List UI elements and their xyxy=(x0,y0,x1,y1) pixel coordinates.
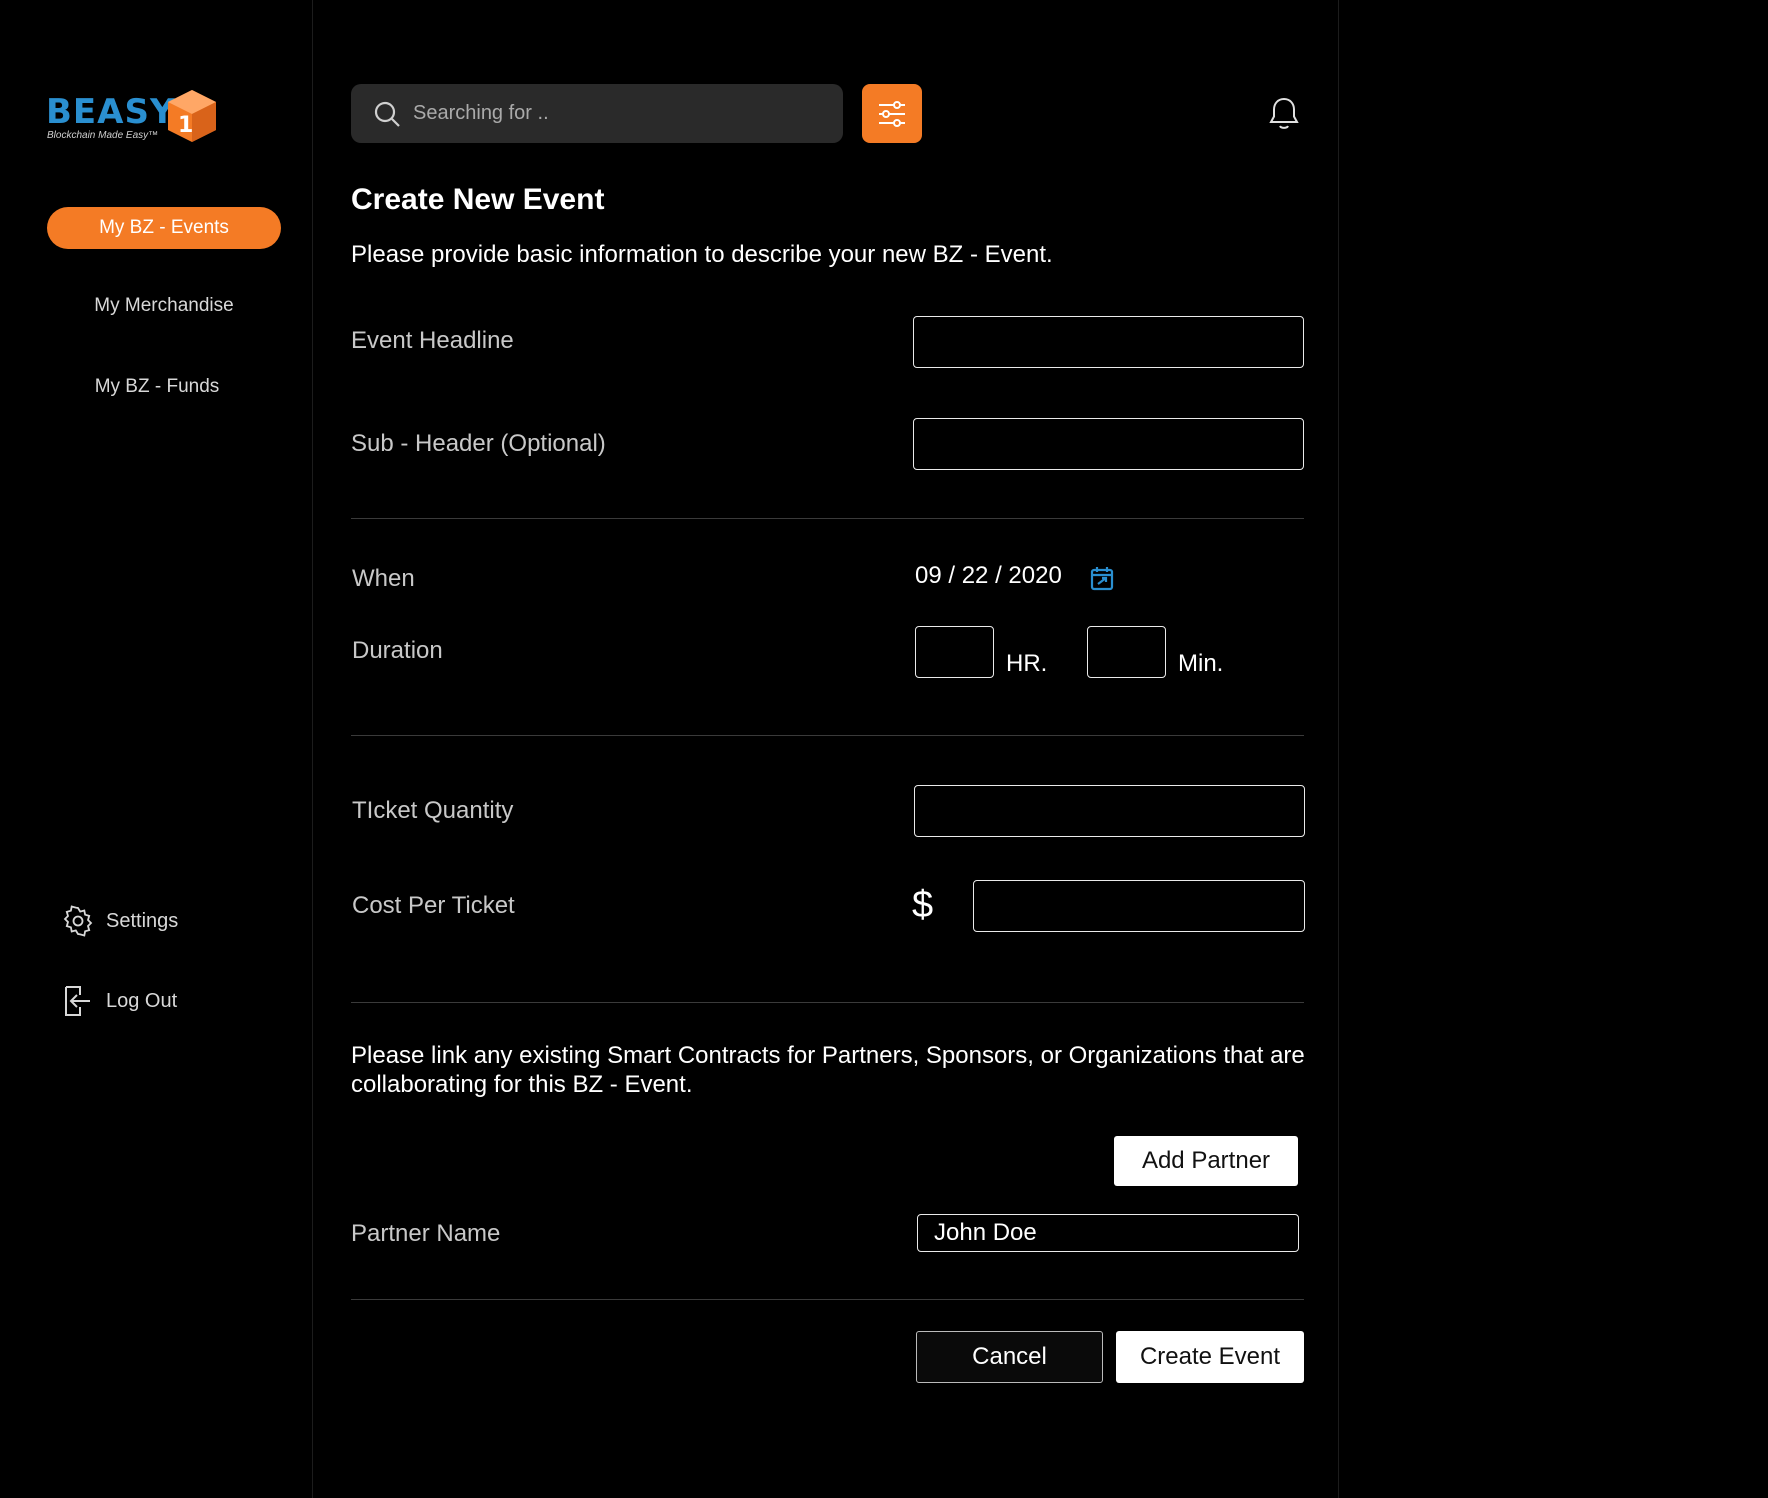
currency-symbol: $ xyxy=(912,884,934,926)
logout-link[interactable]: Log Out xyxy=(62,983,177,1019)
settings-link[interactable]: Settings xyxy=(62,903,178,939)
sliders-icon xyxy=(879,100,905,127)
section-divider xyxy=(351,735,1304,736)
beasy-logo[interactable]: BEASY Blockchain Made Easy™ 1 xyxy=(44,88,224,148)
calendar-icon[interactable] xyxy=(1090,565,1114,591)
create-event-button[interactable]: Create Event xyxy=(1116,1331,1304,1383)
event-headline-input[interactable] xyxy=(913,316,1304,368)
ticket-quantity-input[interactable] xyxy=(914,785,1305,837)
logout-label: Log Out xyxy=(106,989,178,1012)
brand-name: BEASY xyxy=(46,92,176,132)
filter-button[interactable] xyxy=(862,84,922,143)
date-value[interactable]: 09 / 22 / 2020 xyxy=(915,562,1062,590)
content-right-border xyxy=(1338,0,1339,1498)
duration-label: Duration xyxy=(352,637,443,664)
sidebar: BEASY Blockchain Made Easy™ 1 My BZ - Ev… xyxy=(0,0,313,1498)
cube-glyph: 1 xyxy=(178,113,193,138)
settings-label: Settings xyxy=(106,909,179,932)
hours-unit: HR. xyxy=(1006,650,1048,677)
section-divider xyxy=(351,518,1304,519)
sidebar-item-merchandise[interactable]: My Merchandise xyxy=(47,285,281,327)
section-divider xyxy=(351,1002,1304,1003)
cancel-button[interactable]: Cancel xyxy=(916,1331,1103,1383)
brand-tagline: Blockchain Made Easy™ xyxy=(47,130,159,141)
bell-icon[interactable] xyxy=(1268,96,1300,132)
page-subtitle: Please provide basic information to desc… xyxy=(351,241,1053,268)
cube-logo-icon: 1 xyxy=(168,90,216,142)
partner-name-input[interactable] xyxy=(917,1214,1299,1252)
cost-per-ticket-input[interactable] xyxy=(973,880,1305,932)
add-partner-button[interactable]: Add Partner xyxy=(1114,1136,1298,1186)
sidebar-item-funds[interactable]: My BZ - Funds xyxy=(40,366,274,408)
duration-hours-input[interactable] xyxy=(915,626,994,678)
cost-per-ticket-label: Cost Per Ticket xyxy=(352,892,515,919)
minutes-unit: Min. xyxy=(1178,650,1224,677)
search-input[interactable] xyxy=(413,102,813,125)
partner-name-label: Partner Name xyxy=(351,1220,501,1247)
search-bar[interactable] xyxy=(351,84,843,143)
ticket-quantity-label: TIcket Quantity xyxy=(352,797,514,824)
partners-instructions: Please link any existing Smart Contracts… xyxy=(351,1042,1305,1098)
when-label: When xyxy=(352,565,415,592)
subheader-input[interactable] xyxy=(913,418,1304,470)
sidebar-item-events[interactable]: My BZ - Events xyxy=(47,207,281,249)
duration-minutes-input[interactable] xyxy=(1087,626,1166,678)
page-title: Create New Event xyxy=(351,183,605,216)
subheader-label: Sub - Header (Optional) xyxy=(351,430,606,457)
search-icon xyxy=(374,101,400,127)
section-divider xyxy=(351,1299,1304,1300)
gear-icon xyxy=(63,905,93,937)
logout-icon xyxy=(65,986,90,1016)
event-headline-label: Event Headline xyxy=(351,327,514,354)
